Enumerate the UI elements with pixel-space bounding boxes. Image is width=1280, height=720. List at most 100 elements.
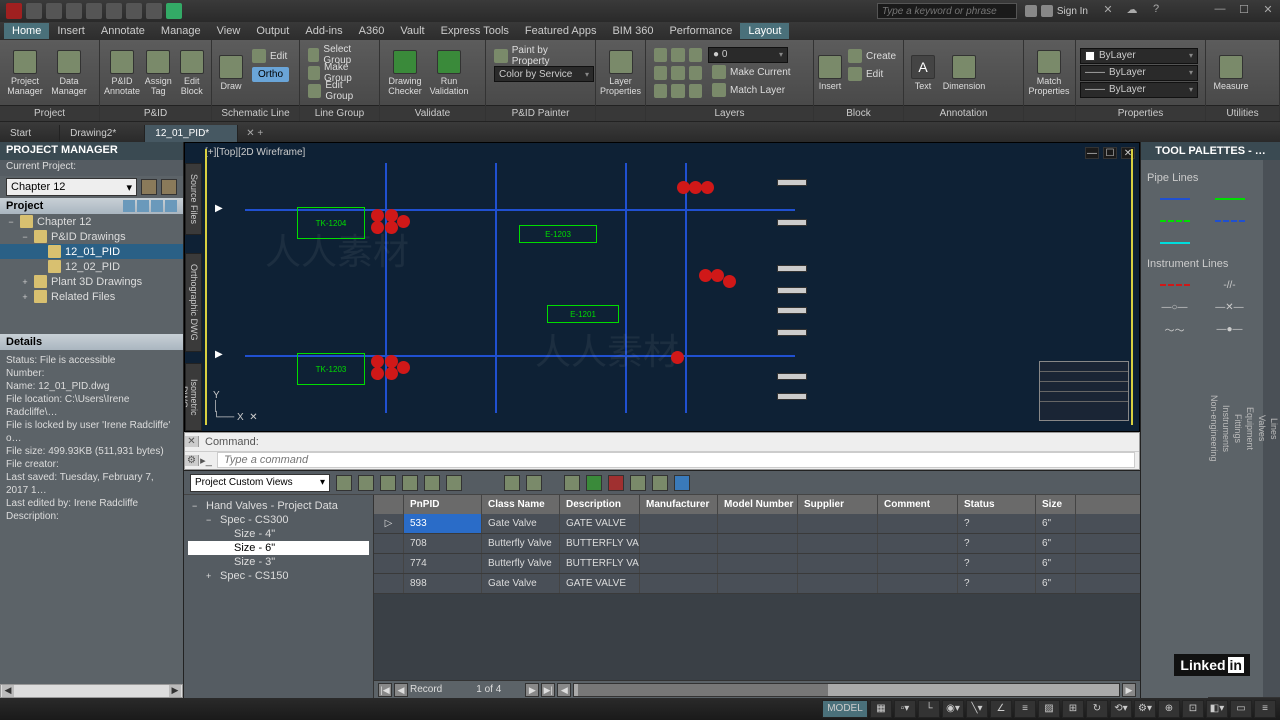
layer-icon[interactable] <box>671 48 684 62</box>
layer-icon[interactable] <box>689 84 702 98</box>
pump-symbol[interactable] <box>385 221 398 234</box>
file-tab[interactable]: Start <box>0 125 60 142</box>
nozzle-symbol[interactable] <box>777 393 807 400</box>
tree-node[interactable]: 12_01_PID <box>0 244 183 259</box>
file-tab[interactable]: 12_01_PID* <box>145 125 238 142</box>
current-project-combo[interactable]: Chapter 12 <box>6 178 137 196</box>
pipe-line-solid-blue[interactable] <box>1158 192 1192 206</box>
data-manager-button[interactable]: Data Manager <box>48 46 90 100</box>
drawing-canvas[interactable]: Source Files Orthographic DWG Isometric … <box>184 142 1140 432</box>
nav-last[interactable]: ▶| <box>541 683 555 697</box>
pm-tool-icon[interactable] <box>161 179 177 195</box>
nav-scroll-left[interactable]: ◀ <box>557 683 571 697</box>
close-button[interactable]: ✕ <box>1256 3 1280 19</box>
a360-icon[interactable]: ☁ <box>1120 3 1144 19</box>
app-menu-icon[interactable] <box>6 3 22 19</box>
dm-tree-node[interactable]: +Spec - CS150 <box>188 569 369 583</box>
col-header[interactable]: Supplier <box>798 495 878 514</box>
dm-icon[interactable] <box>564 475 580 491</box>
redo-icon[interactable] <box>146 3 162 19</box>
menu-tab-layout[interactable]: Layout <box>740 23 789 39</box>
pump-symbol[interactable] <box>371 367 384 380</box>
search-input[interactable] <box>877 3 1017 19</box>
pump-symbol[interactable] <box>397 361 410 374</box>
instr-line-circle[interactable]: —○— <box>1158 300 1192 314</box>
menu-tab-vault[interactable]: Vault <box>392 23 432 39</box>
menu-tab-view[interactable]: View <box>209 23 249 39</box>
pump-symbol[interactable] <box>397 215 410 228</box>
iso-toggle[interactable]: ╲▾ <box>966 700 988 718</box>
ortho-toggle[interactable]: └ <box>918 700 940 718</box>
menu-tab-manage[interactable]: Manage <box>153 23 209 39</box>
layer-icon[interactable] <box>654 66 667 80</box>
edit-block-button[interactable]: Edit Block <box>176 46 207 100</box>
select-group-button[interactable]: Select Group <box>304 46 375 63</box>
menu-tab-output[interactable]: Output <box>248 23 297 39</box>
tree-node[interactable]: 12_02_PID <box>0 259 183 274</box>
transparency-toggle[interactable]: ▨ <box>1038 700 1060 718</box>
layer-combo[interactable]: ● 0 <box>708 47 788 63</box>
dm-tree-node[interactable]: −Spec - CS300 <box>188 513 369 527</box>
palette-tab-non-engineering[interactable]: Non-engineering <box>1208 160 1220 698</box>
nozzle-symbol[interactable] <box>777 307 807 314</box>
new-tab-button[interactable]: ✕ + <box>238 125 271 142</box>
grid-toggle[interactable]: ▦ <box>870 700 892 718</box>
minimize-button[interactable]: — <box>1208 3 1232 19</box>
lineweight-combo[interactable]: —— ByLayer <box>1080 82 1198 98</box>
equipment-tk-1203[interactable]: TK-1203 <box>297 353 365 385</box>
create-block-button[interactable]: Create <box>844 48 900 65</box>
dm-tree-node[interactable]: Size - 6" <box>188 541 369 555</box>
customize-button[interactable]: ≡ <box>1254 700 1276 718</box>
dm-icon[interactable] <box>674 475 690 491</box>
palette-tab-valves[interactable]: Valves <box>1256 160 1268 698</box>
workspace-button[interactable]: ⚙▾ <box>1134 700 1156 718</box>
insert-block-button[interactable]: Insert <box>818 46 842 100</box>
col-header[interactable]: Model Number <box>718 495 798 514</box>
viewport-close[interactable]: ✕ <box>1121 147 1135 159</box>
new-icon[interactable] <box>26 3 42 19</box>
ortho-toggle[interactable]: Ortho <box>248 66 293 83</box>
match-layer-button[interactable]: Match Layer <box>708 82 795 99</box>
dm-icon[interactable] <box>358 475 374 491</box>
menu-tab-insert[interactable]: Insert <box>49 23 93 39</box>
cleanscreen-button[interactable]: ▭ <box>1230 700 1252 718</box>
dm-tree-node[interactable]: −Hand Valves - Project Data <box>188 499 369 513</box>
pump-symbol[interactable] <box>371 221 384 234</box>
measure-button[interactable]: Measure <box>1210 46 1252 100</box>
drawing-checker-button[interactable]: Drawing Checker <box>384 46 426 100</box>
assign-tag-button[interactable]: Assign Tag <box>142 46 174 100</box>
cmd-options-icon[interactable]: ⚙ <box>185 455 199 466</box>
col-header[interactable]: Class Name <box>482 495 560 514</box>
menu-tab-a360[interactable]: A360 <box>351 23 393 39</box>
text-button[interactable]: AText <box>908 46 938 100</box>
nav-prev[interactable]: ◀ <box>394 683 408 697</box>
equipment-tk-1204[interactable]: TK-1204 <box>297 207 365 239</box>
exchange-icon[interactable]: ✕ <box>1096 3 1120 19</box>
menu-tab-annotate[interactable]: Annotate <box>93 23 153 39</box>
pm-tool-icon[interactable] <box>141 179 157 195</box>
nozzle-symbol[interactable] <box>777 265 807 272</box>
nav-scrollbar[interactable] <box>573 683 1120 697</box>
match-properties-button[interactable]: Match Properties <box>1028 46 1070 100</box>
col-header[interactable]: Comment <box>878 495 958 514</box>
project-manager-button[interactable]: Project Manager <box>4 46 46 100</box>
nozzle-symbol[interactable] <box>777 179 807 186</box>
layer-icon[interactable] <box>654 48 667 62</box>
edit-line-button[interactable]: Edit <box>248 48 293 65</box>
dm-icon[interactable] <box>424 475 440 491</box>
nav-scroll-right[interactable]: ▶ <box>1122 683 1136 697</box>
pm-icon[interactable] <box>165 200 177 212</box>
polar-toggle[interactable]: ◉▾ <box>942 700 964 718</box>
dm-icon[interactable] <box>652 475 668 491</box>
cmd-close-icon[interactable]: ✕ <box>185 436 199 447</box>
dm-reject-icon[interactable] <box>608 475 624 491</box>
equipment-e-1201[interactable]: E-1201 <box>547 305 619 323</box>
viewport-minimize[interactable]: — <box>1085 147 1099 159</box>
col-header[interactable]: Status <box>958 495 1036 514</box>
dm-icon[interactable] <box>446 475 462 491</box>
menu-tab-bim-360[interactable]: BIM 360 <box>604 23 661 39</box>
viewport-maximize[interactable]: ☐ <box>1103 147 1117 159</box>
annotation-monitor[interactable]: ⊕ <box>1158 700 1180 718</box>
osnap-toggle[interactable]: ∠ <box>990 700 1012 718</box>
dm-icon[interactable] <box>526 475 542 491</box>
